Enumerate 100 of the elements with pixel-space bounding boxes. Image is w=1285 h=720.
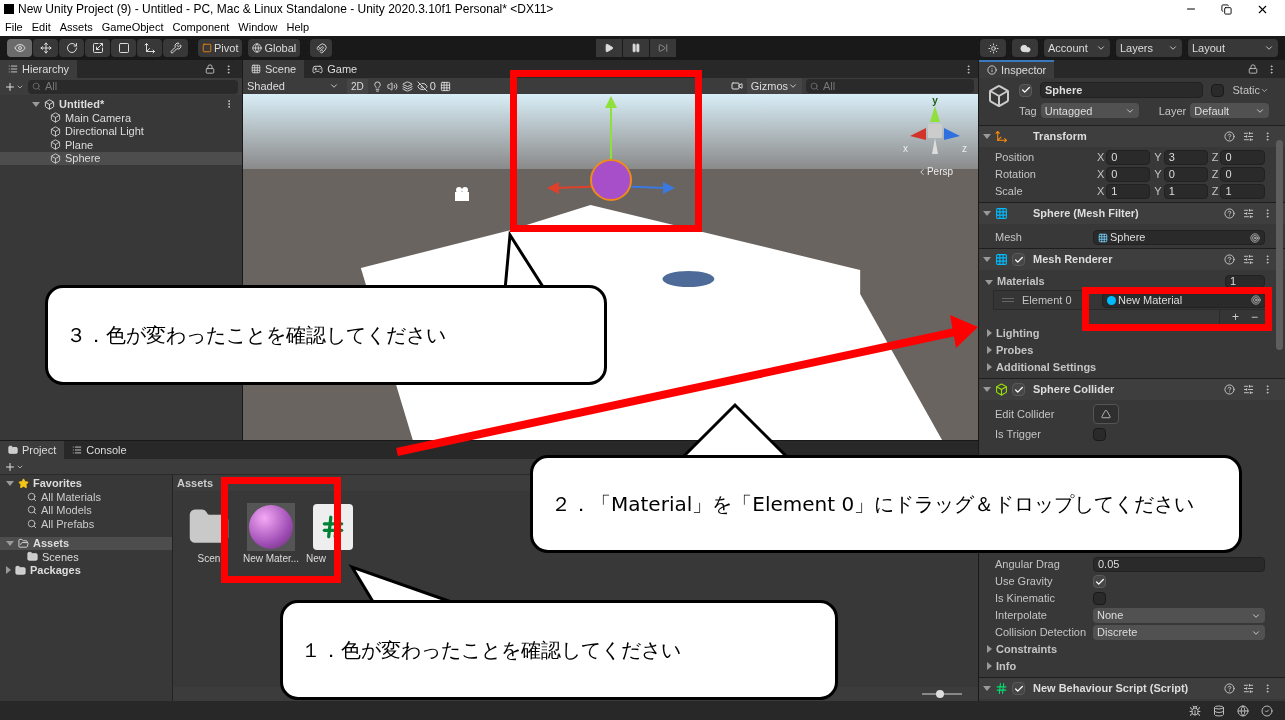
expanded-arrow-icon[interactable] bbox=[32, 101, 40, 107]
view-tab[interactable]: Game bbox=[304, 60, 366, 78]
presets-icon[interactable] bbox=[1243, 254, 1254, 265]
tool-button[interactable] bbox=[33, 39, 58, 57]
add-dropdown[interactable] bbox=[4, 460, 24, 473]
dropdown[interactable]: Discrete bbox=[1093, 625, 1265, 640]
help-icon[interactable] bbox=[1224, 131, 1235, 142]
globe-icon[interactable] bbox=[1237, 704, 1249, 717]
database-icon[interactable] bbox=[1213, 704, 1225, 717]
number-field[interactable]: 0 bbox=[1220, 167, 1265, 182]
services-button[interactable] bbox=[980, 39, 1006, 57]
speaker-icon[interactable] bbox=[386, 80, 398, 92]
scene-name[interactable]: Untitled* bbox=[59, 95, 224, 113]
object-picker-icon[interactable] bbox=[1251, 295, 1261, 305]
menu-item[interactable]: Edit bbox=[31, 18, 51, 36]
expanded-arrow-icon[interactable] bbox=[983, 211, 991, 216]
tool-button[interactable] bbox=[7, 39, 32, 57]
name-field[interactable]: Sphere bbox=[1040, 82, 1204, 99]
asset-name[interactable]: Scen bbox=[197, 553, 221, 565]
expanded-arrow-icon[interactable] bbox=[6, 481, 14, 486]
number-field[interactable]: 1 bbox=[1220, 184, 1265, 199]
folder-tree-item[interactable]: Packages bbox=[0, 563, 172, 577]
collapsed-arrow-icon[interactable] bbox=[987, 645, 992, 654]
hierarchy-item[interactable]: Sphere bbox=[0, 151, 242, 165]
checkbox[interactable] bbox=[1012, 253, 1025, 266]
menu-item[interactable]: Help bbox=[286, 18, 310, 36]
inspector-tab[interactable]: Inspector bbox=[979, 60, 1055, 78]
foldout-label[interactable]: Additional Settings bbox=[996, 359, 1097, 376]
hierarchy-tab[interactable]: Hierarchy bbox=[0, 60, 78, 78]
collapsed-arrow-icon[interactable] bbox=[987, 346, 992, 355]
number-field[interactable]: 0 bbox=[1220, 150, 1265, 165]
presets-icon[interactable] bbox=[1243, 683, 1254, 694]
foldout-label[interactable]: Probes bbox=[996, 342, 1034, 359]
pause-button[interactable] bbox=[623, 39, 650, 57]
move-gizmo-drawing[interactable] bbox=[545, 94, 677, 202]
number-field[interactable]: 0 bbox=[1106, 150, 1151, 165]
camera-icon[interactable] bbox=[455, 186, 469, 201]
number-field[interactable]: 0 bbox=[1106, 167, 1151, 182]
edit-collider-button[interactable] bbox=[1093, 404, 1119, 424]
view-tab[interactable]: Scene bbox=[243, 60, 305, 78]
panel-tab[interactable]: Project bbox=[0, 441, 65, 459]
checkbox[interactable] bbox=[1211, 83, 1225, 97]
checkbox[interactable] bbox=[1093, 592, 1106, 605]
expanded-arrow-icon[interactable] bbox=[985, 280, 993, 286]
lightbulb-icon[interactable] bbox=[371, 80, 383, 92]
checkbox[interactable] bbox=[1012, 383, 1025, 396]
list-label[interactable]: Materials bbox=[997, 273, 1225, 290]
step-button[interactable] bbox=[650, 39, 677, 57]
expanded-arrow-icon[interactable] bbox=[983, 387, 991, 392]
breadcrumb[interactable]: Assets bbox=[177, 474, 214, 492]
help-icon[interactable] bbox=[1224, 254, 1235, 265]
gizmos-dropdown[interactable]: Gizmos bbox=[746, 77, 802, 95]
help-icon[interactable] bbox=[1224, 384, 1235, 395]
favorites-label[interactable]: Favorites bbox=[33, 475, 82, 492]
lock-icon[interactable] bbox=[1248, 64, 1258, 74]
asset-name[interactable]: New bbox=[305, 553, 326, 565]
presets-icon[interactable] bbox=[1243, 384, 1254, 395]
menu-item[interactable]: Component bbox=[172, 18, 230, 36]
number-field[interactable]: 3 bbox=[1163, 150, 1208, 165]
tool-button[interactable] bbox=[85, 39, 110, 57]
tool-button[interactable] bbox=[163, 39, 188, 57]
foldout-label[interactable]: Lighting bbox=[996, 325, 1040, 342]
toolbar-dropdown[interactable]: Layout bbox=[1188, 39, 1278, 57]
tool-button[interactable] bbox=[59, 39, 84, 57]
check-circle-icon[interactable] bbox=[1261, 704, 1273, 717]
static-dropdown[interactable]: Static bbox=[1232, 82, 1269, 99]
tag-dropdown[interactable]: Untagged bbox=[1040, 103, 1139, 119]
toolbar-dropdown[interactable]: Account bbox=[1044, 39, 1110, 57]
asset-name[interactable]: New Mater... bbox=[242, 553, 300, 565]
object-field[interactable]: Sphere bbox=[1093, 230, 1265, 245]
favorites-item[interactable]: All Prefabs bbox=[0, 517, 172, 531]
dropdown[interactable]: None bbox=[1093, 608, 1265, 623]
foldout-label[interactable]: Constraints bbox=[996, 641, 1058, 658]
scrollbar[interactable] bbox=[1276, 140, 1283, 350]
expanded-arrow-icon[interactable] bbox=[983, 134, 991, 139]
menu-item[interactable]: GameObject bbox=[101, 18, 164, 36]
axis-gizmo-drawing[interactable] bbox=[910, 106, 960, 156]
presets-icon[interactable] bbox=[1243, 208, 1254, 219]
checkbox[interactable] bbox=[1093, 428, 1106, 441]
add-dropdown[interactable] bbox=[4, 80, 24, 93]
tool-button[interactable] bbox=[137, 39, 162, 57]
expanded-arrow-icon[interactable] bbox=[6, 540, 14, 546]
object-picker-icon[interactable] bbox=[1250, 232, 1260, 243]
collapsed-arrow-icon[interactable] bbox=[987, 329, 992, 338]
zoom-slider-thumb[interactable] bbox=[936, 690, 944, 698]
toolbar-dropdown[interactable]: Layers bbox=[1116, 39, 1182, 57]
layer-dropdown[interactable]: Default bbox=[1190, 103, 1269, 119]
expanded-arrow-icon[interactable] bbox=[983, 257, 991, 262]
play-button[interactable] bbox=[596, 39, 623, 57]
camera-icon[interactable] bbox=[730, 80, 743, 92]
number-field[interactable]: 1 bbox=[1163, 184, 1208, 199]
hierarchy-item[interactable]: Plane bbox=[0, 138, 242, 152]
favorites-item[interactable]: All Materials bbox=[0, 490, 172, 504]
restore-icon[interactable] bbox=[1221, 3, 1232, 15]
global-button[interactable]: Global bbox=[248, 39, 301, 57]
collapsed-arrow-icon[interactable] bbox=[987, 662, 992, 671]
help-icon[interactable] bbox=[1224, 683, 1235, 694]
checkbox[interactable] bbox=[1093, 575, 1106, 588]
expanded-arrow-icon[interactable] bbox=[983, 686, 991, 691]
layers-icon[interactable] bbox=[401, 80, 413, 92]
